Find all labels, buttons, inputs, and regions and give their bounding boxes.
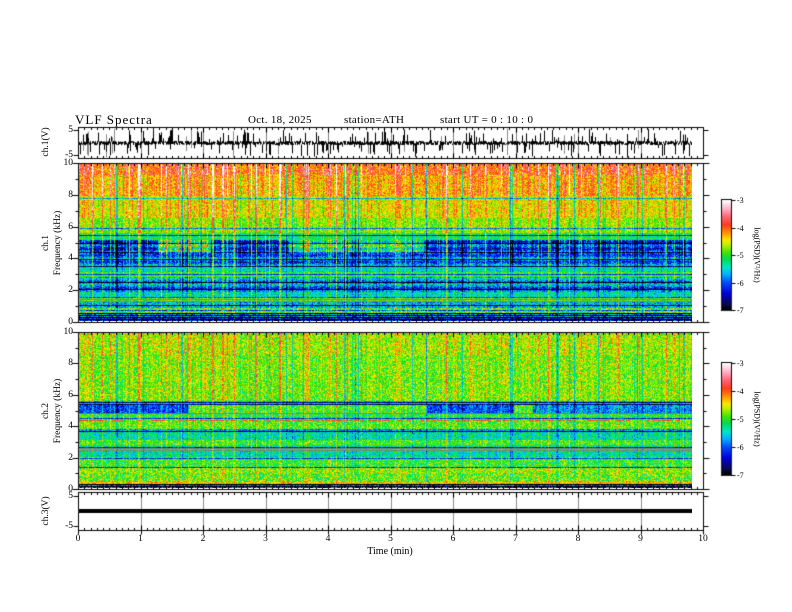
volt-tick-label: 5: [38, 491, 73, 501]
ylabel-ch2: ch.2: [41, 403, 51, 419]
time-tick-label: 4: [313, 534, 343, 544]
freq-tick-label-ch2: 4: [38, 421, 73, 431]
freq-tick-label-ch1: 8: [38, 190, 73, 200]
ch1-spectrogram-plot: [79, 164, 692, 321]
freq-tick-label-ch2: 10: [38, 327, 73, 337]
date-label: Oct. 18, 2025: [248, 114, 312, 126]
time-tick-label: 2: [188, 534, 218, 544]
time-axis-label: Time (min): [367, 546, 412, 557]
colorbar-tick-label: -6: [737, 443, 744, 452]
time-tick-label: 5: [376, 534, 406, 544]
colorbar-tick-label: -4: [737, 387, 744, 396]
time-tick-label: 1: [126, 534, 156, 544]
ch1-waveform-plot: [79, 128, 692, 158]
time-tick-label: 9: [626, 534, 656, 544]
colorbar-tick-label: -4: [737, 224, 744, 233]
time-tick-label: 7: [501, 534, 531, 544]
freq-tick-label-ch1: 0: [38, 317, 73, 327]
colorbar-tick-label: -7: [737, 471, 744, 480]
freq-tick-label-ch1: 4: [38, 253, 73, 263]
freq-tick-label-ch1: 2: [38, 285, 73, 295]
station-label: station=ATH: [344, 114, 404, 126]
colorbar1: [722, 200, 731, 310]
freq-tick-label-ch2: 2: [38, 453, 73, 463]
ylabel-frequency-ch2: Frequency (kHz): [53, 379, 63, 444]
colorbar2: [722, 363, 731, 475]
freq-tick-label-ch2: 8: [38, 358, 73, 368]
colorbar-tick-label: -3: [737, 196, 744, 205]
time-tick-label: 10: [688, 534, 718, 544]
volt-tick-label: -5: [38, 150, 73, 160]
vlf-spectra-screen: VLF Spectra Oct. 18, 2025 station=ATH st…: [0, 0, 792, 612]
freq-tick-label-ch2: 6: [38, 390, 73, 400]
ch2-spectrogram-plot: [79, 333, 692, 488]
freq-tick-label-ch1: 6: [38, 222, 73, 232]
colorbar-tick-label: -7: [737, 306, 744, 315]
ylabel-frequency-ch1: Frequency (kHz): [53, 211, 63, 276]
colorbar-tick-label: -6: [737, 279, 744, 288]
colorbar2-label: log(PSD)(V²/Hz): [753, 391, 762, 446]
time-tick-label: 0: [63, 534, 93, 544]
time-tick-label: 8: [563, 534, 593, 544]
colorbar1-label: log(PSD)(V²/Hz): [753, 227, 762, 282]
ylabel-ch1: ch.1: [41, 235, 51, 251]
colorbar-tick-label: -5: [737, 415, 744, 424]
ch3-waveform-plot: [79, 493, 692, 529]
page-title: VLF Spectra: [75, 112, 153, 128]
volt-tick-label: 5: [38, 125, 73, 135]
colorbar-tick-label: -5: [737, 251, 744, 260]
time-tick-label: 3: [251, 534, 281, 544]
time-tick-label: 6: [438, 534, 468, 544]
volt-tick-label: -5: [38, 521, 73, 531]
colorbar-tick-label: -3: [737, 359, 744, 368]
start-ut-label: start UT = 0 : 10 : 0: [440, 114, 533, 126]
